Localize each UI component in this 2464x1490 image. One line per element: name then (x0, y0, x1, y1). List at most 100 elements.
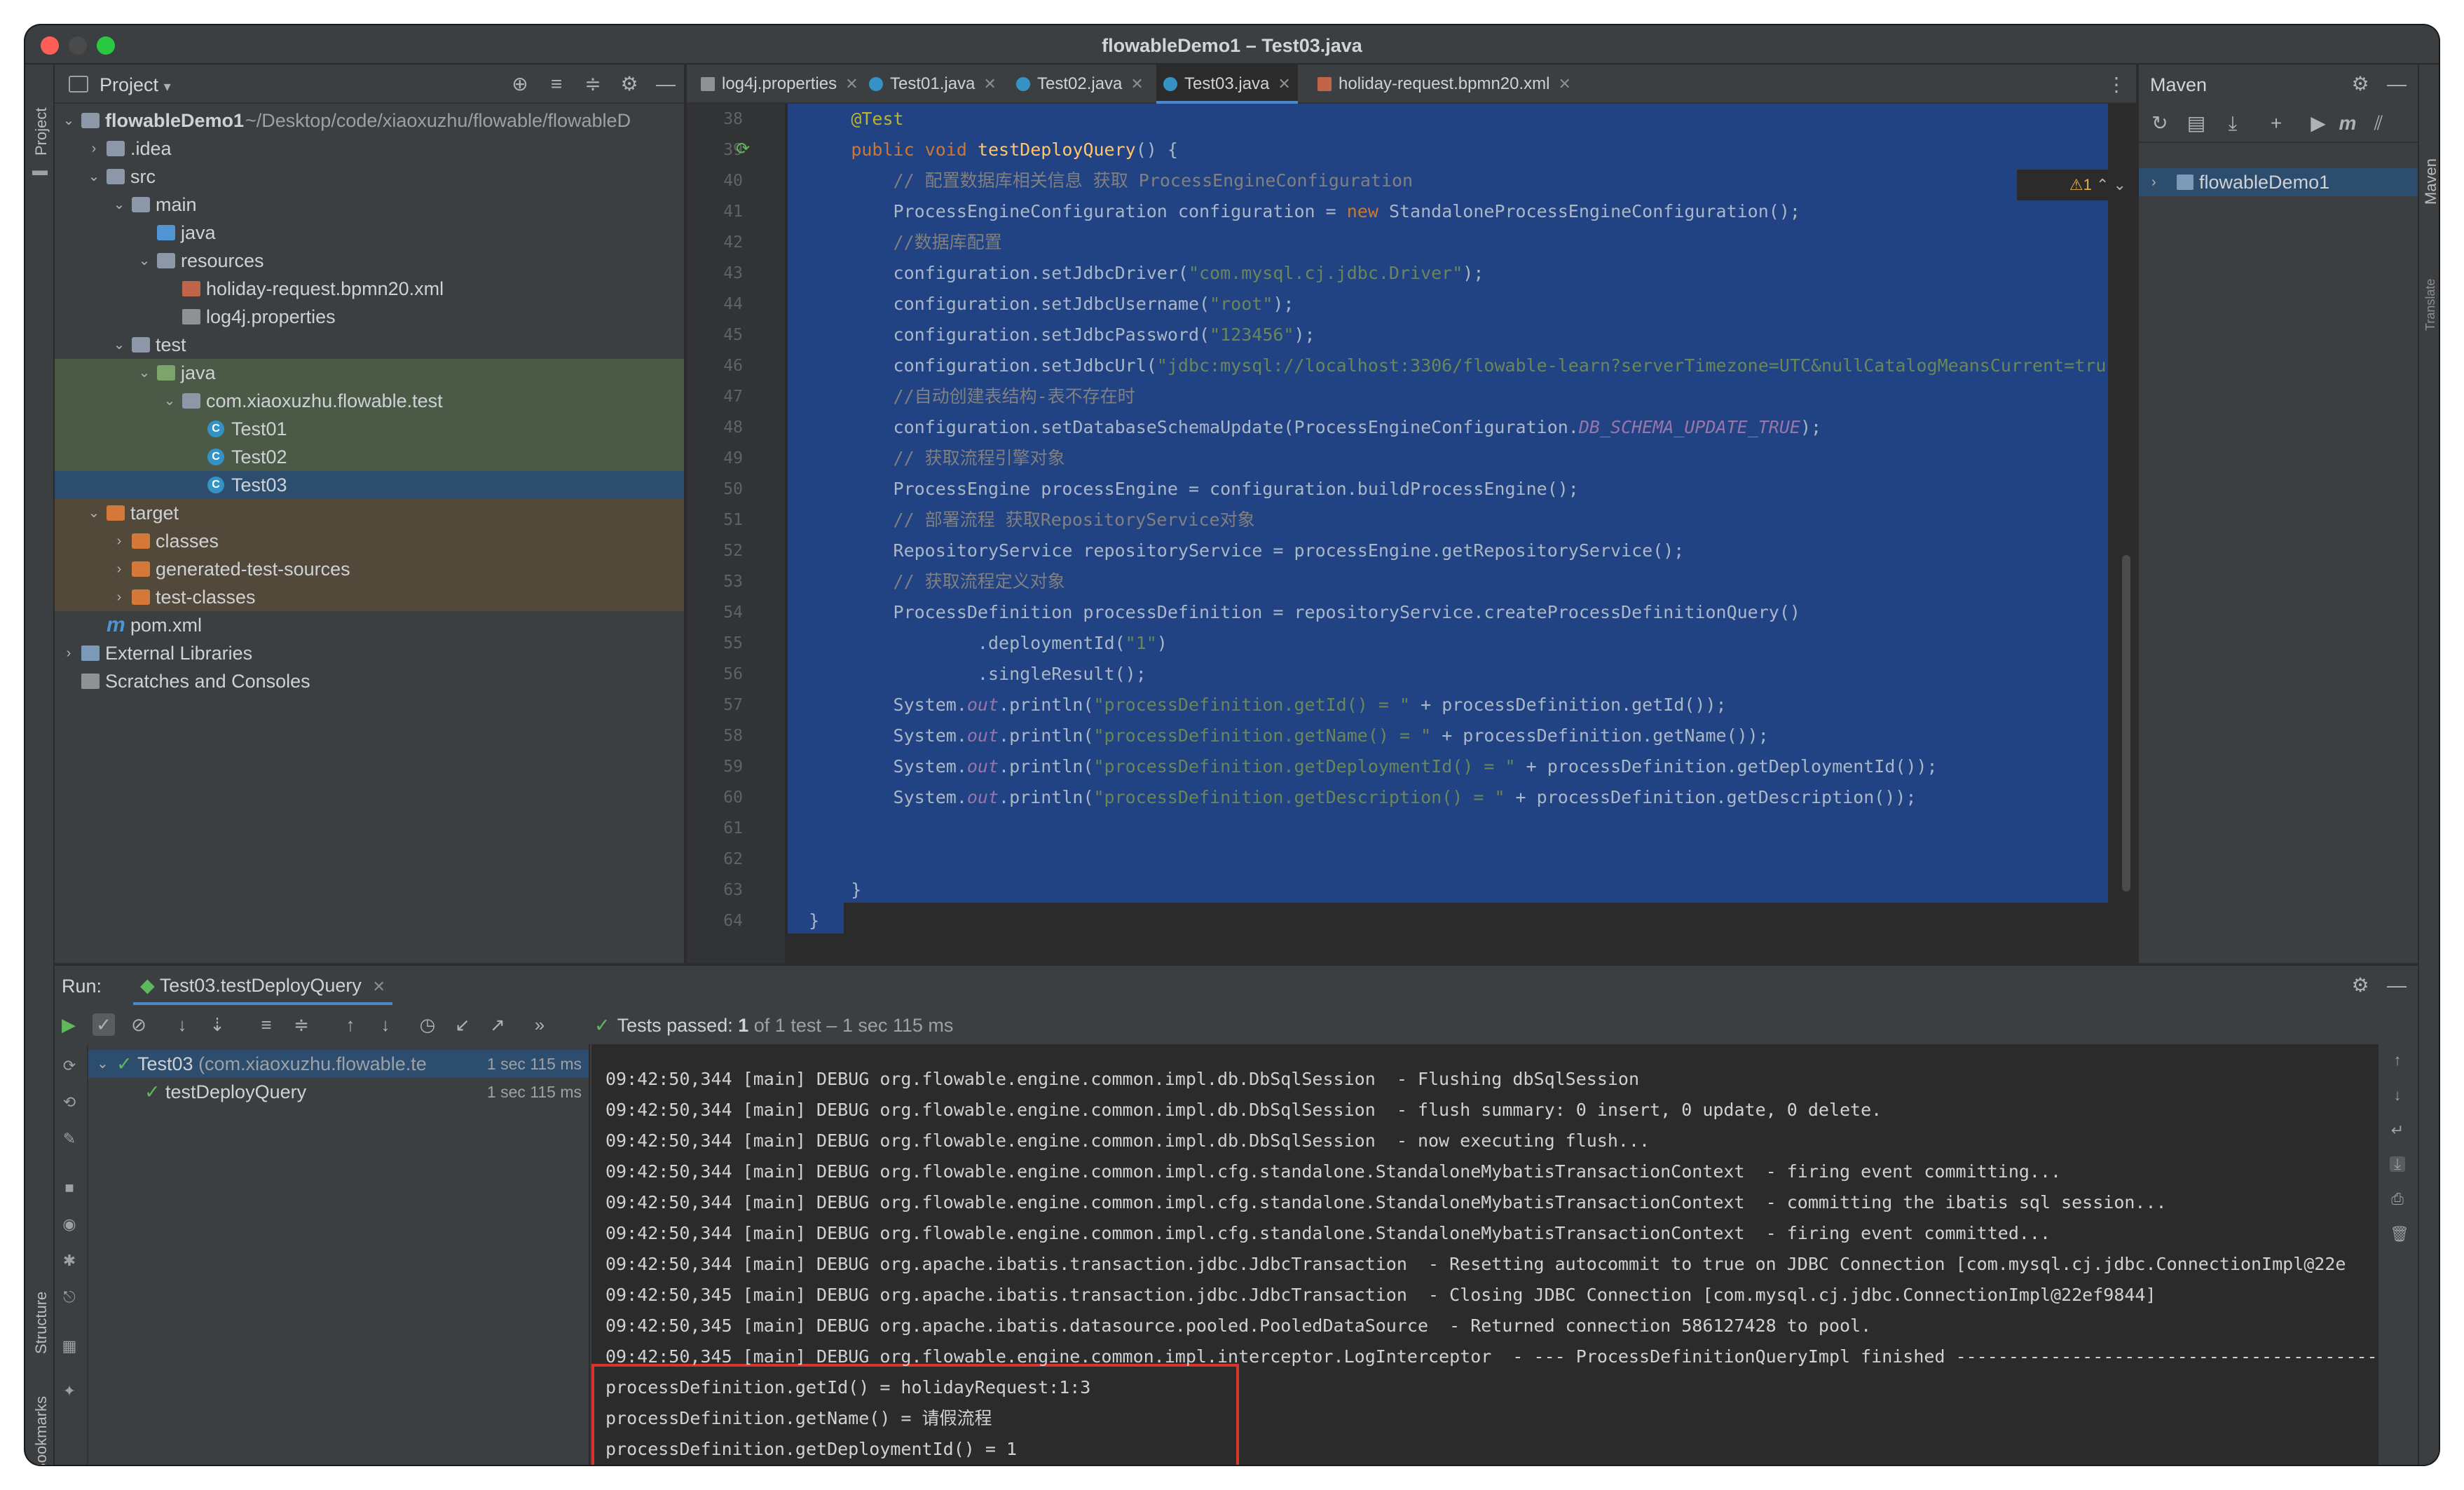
chevron-right-icon[interactable]: › (112, 583, 126, 611)
maven-project-item[interactable]: › flowableDemo1 (2139, 168, 2418, 196)
expand-all-icon[interactable]: ≡ (255, 1013, 278, 1036)
close-icon[interactable]: ✕ (1559, 75, 1571, 93)
structure-tool-tab[interactable]: Structure (32, 1292, 50, 1354)
editor-tab[interactable]: holiday-request.bpmn20.xml ✕ (1310, 64, 1578, 104)
chevron-right-icon[interactable]: › (112, 527, 126, 555)
history-icon[interactable]: ◷ (416, 1013, 439, 1036)
next-failed-icon[interactable]: ↓ (374, 1013, 397, 1036)
test-class-row[interactable]: ⌄ ✓ Test03 (com.xiaoxuzhu.flowable.te 1 … (88, 1050, 589, 1078)
close-icon[interactable]: ✕ (1130, 75, 1143, 93)
translate-tool-tab[interactable]: Translate (2423, 279, 2438, 331)
tree-item[interactable]: log4j.properties (55, 303, 684, 331)
export-tests-icon[interactable]: ↗ (486, 1013, 509, 1036)
inspections-widget[interactable]: ⚠1 ⌃ ⌄ (2017, 170, 2136, 200)
tree-item[interactable]: › generated-test-sources (55, 555, 684, 583)
gear-icon[interactable]: ⚙ (2349, 73, 2371, 95)
tree-item[interactable]: ⌄ java (55, 359, 684, 387)
close-icon[interactable]: ✕ (983, 75, 996, 93)
toggle-auto-test-icon[interactable]: ⟲ (62, 1095, 77, 1110)
chevron-right-icon[interactable]: › (87, 135, 101, 163)
tree-item[interactable]: ⌄ test (55, 331, 684, 359)
download-icon[interactable]: ⤓ (2222, 112, 2244, 135)
run-test-gutter-icon[interactable]: ⟳ (736, 139, 750, 159)
code-area[interactable]: @Test public void testDeployQuery() { //… (788, 104, 2111, 963)
hide-icon[interactable]: — (2386, 73, 2408, 95)
print-icon[interactable]: ⎙ (2390, 1191, 2405, 1207)
exit-icon[interactable]: ⎋ (62, 1290, 77, 1305)
editor-tab[interactable]: Test01.java ✕ (862, 64, 1004, 104)
previous-failed-icon[interactable]: ↑ (339, 1013, 362, 1036)
tree-item[interactable]: ⌄ resources (55, 247, 684, 275)
add-icon[interactable]: + (2265, 112, 2287, 135)
tree-item[interactable]: ⌄ src (55, 163, 684, 191)
tree-item[interactable]: m pom.xml (55, 611, 684, 639)
run-configuration-tab[interactable]: ◆ Test03.testDeployQuery ✕ (133, 966, 392, 1005)
close-icon[interactable]: ✕ (845, 75, 858, 93)
collapse-all-icon[interactable]: ≑ (290, 1013, 313, 1036)
tree-item[interactable]: C Test02 (55, 443, 684, 471)
show-ignored-icon[interactable]: ⊘ (128, 1013, 150, 1036)
hide-icon[interactable]: — (655, 73, 677, 95)
editor-tab[interactable]: Test02.java ✕ (1009, 64, 1151, 104)
editor-tab[interactable]: Test03.java ✕ (1156, 64, 1298, 104)
more-icon[interactable]: » (528, 1013, 551, 1036)
hide-icon[interactable]: — (2386, 974, 2408, 997)
tree-item[interactable]: › classes (55, 527, 684, 555)
chevron-down-icon[interactable]: ⌄ (112, 191, 126, 219)
tree-item[interactable]: › test-classes (55, 583, 684, 611)
debug-icon[interactable]: ✱ (62, 1253, 77, 1269)
chevron-down-icon[interactable]: ⌄ (137, 247, 151, 275)
chevron-down-icon[interactable]: ⌄ (163, 387, 177, 415)
chevron-down-icon[interactable]: ⌄ (87, 163, 101, 191)
scroll-up-icon[interactable]: ↑ (2390, 1053, 2405, 1068)
pin-icon[interactable]: ✦ (62, 1383, 77, 1399)
tree-item[interactable]: C Test01 (55, 415, 684, 443)
locate-icon[interactable]: ⊕ (509, 73, 531, 95)
tree-item[interactable]: C Test03 (55, 471, 684, 499)
tree-item[interactable]: ⌄ target (55, 499, 684, 527)
skip-tests-icon[interactable]: ⫽ (2367, 112, 2390, 135)
chevron-down-icon[interactable]: ⌄ (62, 107, 76, 135)
layout-icon[interactable]: ▦ (62, 1339, 77, 1354)
scroll-down-icon[interactable]: ↓ (2390, 1088, 2405, 1103)
tree-item[interactable]: ⌄ main (55, 191, 684, 219)
rerun-failed-icon[interactable]: ⟳ (62, 1058, 77, 1074)
project-tool-tab[interactable]: Project (32, 108, 50, 156)
chevron-right-icon[interactable]: › (62, 639, 76, 667)
chevron-down-icon[interactable]: ⌄ (87, 499, 101, 527)
chevron-down-icon[interactable]: ⌄ (112, 331, 126, 359)
scroll-to-end-icon[interactable]: ⤓ (2390, 1156, 2405, 1172)
tree-item[interactable]: holiday-request.bpmn20.xml (55, 275, 684, 303)
reload-icon[interactable]: ↻ (2149, 112, 2171, 135)
gear-icon[interactable]: ⚙ (618, 73, 641, 95)
gear-icon[interactable]: ⚙ (2349, 974, 2371, 997)
generate-sources-icon[interactable]: ▤ (2185, 112, 2208, 135)
project-panel-title[interactable]: Project ▾ (100, 74, 171, 96)
sort-duration-icon[interactable]: ⇣ (206, 1013, 228, 1036)
collapse-all-icon[interactable]: ≑ (582, 73, 604, 95)
editor-tab[interactable]: log4j.properties ✕ (694, 64, 865, 104)
sort-alpha-icon[interactable]: ↓ (171, 1013, 193, 1036)
expand-all-icon[interactable]: ≡ (545, 73, 568, 95)
close-icon[interactable]: ✕ (1278, 75, 1290, 93)
soft-wrap-icon[interactable]: ↵ (2390, 1123, 2405, 1138)
trash-icon[interactable]: 🗑 (2390, 1226, 2409, 1242)
maven-tool-tab[interactable]: Maven (2422, 158, 2439, 205)
editor-scrollbar[interactable] (2122, 555, 2130, 891)
chevron-down-icon[interactable]: ⌄ (137, 359, 151, 387)
tree-item[interactable]: › .idea (55, 135, 684, 163)
maven-goal-icon[interactable]: m (2336, 112, 2359, 135)
bookmarks-tool-tab[interactable]: Bookmarks (32, 1396, 50, 1465)
tree-item[interactable]: java (55, 219, 684, 247)
run-icon[interactable]: ▶ (2307, 112, 2329, 135)
tree-item[interactable]: ⌄ flowableDemo1 ~/Desktop/code/xiaoxuzhu/… (55, 107, 684, 135)
more-tabs-icon[interactable]: ⋮ (2107, 73, 2126, 96)
console-output[interactable]: 09:42:50,344 [main] DEBUG org.flowable.e… (591, 1044, 2379, 1465)
show-passed-icon[interactable]: ✓ (93, 1013, 115, 1036)
camera-icon[interactable]: ◉ (62, 1217, 77, 1232)
rerun-icon[interactable]: ▶ (57, 1013, 80, 1036)
chevron-right-icon[interactable]: › (112, 555, 126, 583)
close-icon[interactable]: ✕ (372, 978, 385, 995)
test-method-row[interactable]: ✓ testDeployQuery 1 sec 115 ms (88, 1078, 589, 1106)
wrench-icon[interactable]: ✎ (62, 1131, 77, 1147)
